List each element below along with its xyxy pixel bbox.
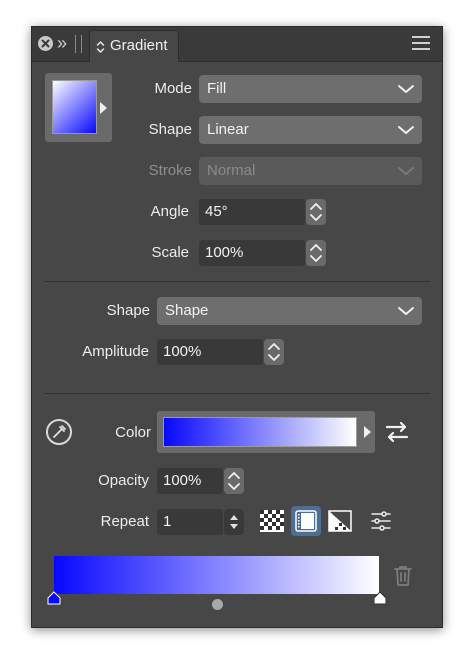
opacity-input[interactable]: 100%: [157, 468, 223, 494]
shape-label: Shape: [148, 121, 192, 138]
color-gradient-preview: [163, 417, 357, 447]
opacity-value: 100%: [163, 472, 202, 489]
close-icon[interactable]: [38, 36, 53, 51]
gradient-stop-end[interactable]: [372, 591, 388, 605]
trash-icon[interactable]: [392, 564, 414, 588]
opacity-stepper[interactable]: [224, 468, 244, 494]
tab-title: Gradient: [110, 37, 168, 54]
amplitude-label: Amplitude: [82, 343, 149, 360]
section-divider: [44, 393, 430, 394]
drag-grip-icon[interactable]: [75, 35, 82, 53]
noise-shape-label: Shape: [106, 302, 150, 319]
swap-arrows-icon[interactable]: [383, 419, 411, 445]
repeat-stepper[interactable]: [224, 509, 244, 535]
shape-value: Linear: [207, 121, 249, 138]
transparent-pattern-icon[interactable]: [257, 506, 287, 536]
section-divider: [44, 281, 430, 282]
scale-stepper[interactable]: [306, 240, 326, 266]
repeat-input[interactable]: 1: [157, 509, 223, 535]
amplitude-stepper[interactable]: [264, 339, 284, 365]
pad-repeat-icon[interactable]: [291, 506, 321, 536]
mode-value: Fill: [207, 80, 227, 97]
mode-dropdown[interactable]: Fill: [199, 75, 422, 103]
chevron-down-icon: [398, 307, 414, 315]
gradient-preview-swatch[interactable]: [45, 73, 112, 142]
color-gradient-well[interactable]: [157, 411, 375, 453]
tab-gradient[interactable]: Gradient: [89, 30, 179, 62]
noise-shape-dropdown[interactable]: Shape: [157, 297, 422, 325]
repeat-value: 1: [163, 513, 172, 530]
gradient-editor-strip[interactable]: [54, 556, 379, 594]
noise-shape-value: Shape: [165, 302, 209, 319]
scale-input[interactable]: 100%: [199, 240, 305, 266]
angle-value: 45°: [205, 203, 228, 220]
stroke-label: Stroke: [148, 162, 192, 179]
reflect-repeat-icon[interactable]: [325, 506, 355, 536]
color-label: Color: [115, 424, 151, 441]
sort-arrows-icon: [96, 41, 105, 53]
gradient-thumbnail: [52, 80, 97, 134]
scale-value: 100%: [205, 244, 244, 261]
triangle-right-icon: [100, 102, 107, 114]
repeat-label: Repeat: [100, 513, 149, 530]
angle-stepper[interactable]: [306, 199, 326, 225]
hamburger-menu-icon[interactable]: [412, 36, 430, 51]
amplitude-value: 100%: [163, 343, 202, 360]
stroke-value: Normal: [207, 162, 256, 179]
angle-input[interactable]: 45°: [199, 199, 305, 225]
gradient-midpoint-handle[interactable]: [212, 599, 223, 610]
amplitude-input[interactable]: 100%: [157, 339, 263, 365]
shape-dropdown[interactable]: Linear: [199, 116, 422, 144]
opacity-label: Opacity: [98, 472, 149, 489]
chevron-down-icon: [398, 126, 414, 134]
stroke-dropdown: Normal: [199, 157, 422, 185]
chevron-down-icon: [398, 85, 414, 93]
scale-label: Scale: [151, 244, 189, 261]
double-chevron-right-icon[interactable]: »: [57, 32, 67, 54]
panel-titlebar: » Gradient: [32, 27, 442, 62]
angle-label: Angle: [150, 203, 189, 220]
gradient-stop-start[interactable]: [46, 591, 62, 605]
gradient-panel: » Gradient Mode Fill Shape Linear Stroke…: [31, 26, 443, 628]
eyedropper-icon[interactable]: [46, 419, 72, 445]
mode-label: Mode: [154, 80, 192, 97]
sliders-settings-icon[interactable]: [369, 509, 393, 533]
chevron-down-icon: [398, 167, 414, 175]
triangle-right-icon: [364, 426, 371, 438]
